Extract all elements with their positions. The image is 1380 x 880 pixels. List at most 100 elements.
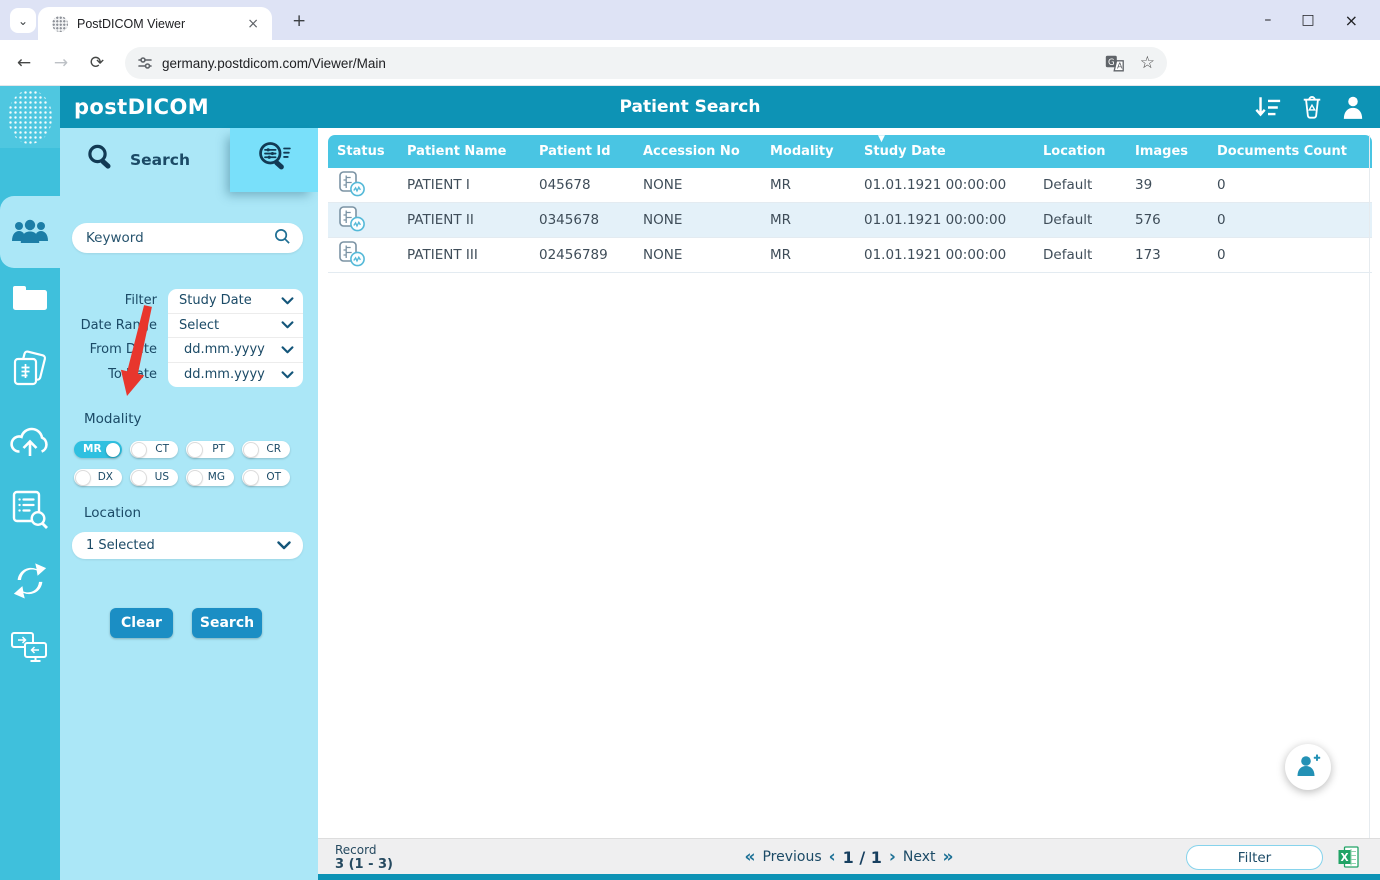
modality-toggle-pt[interactable]: PT: [186, 441, 234, 458]
col-modality[interactable]: Modality: [761, 135, 855, 168]
previous-page-button[interactable]: Previous: [762, 849, 821, 865]
bookmark-star-icon[interactable]: ☆: [1140, 53, 1155, 73]
modality-label: Modality: [84, 411, 142, 427]
export-excel-icon[interactable]: X: [1338, 846, 1359, 872]
url-text[interactable]: germany.postdicom.com/Viewer/Main: [162, 56, 1105, 71]
toggle-knob: [244, 442, 258, 457]
col-study-date[interactable]: ▼ Study Date: [855, 134, 1034, 168]
browser-toolbar: ← → ⟳ germany.postdicom.com/Viewer/Main …: [0, 40, 1380, 116]
clear-button[interactable]: Clear: [110, 608, 173, 638]
next-page-button[interactable]: Next: [903, 849, 936, 865]
download-queue-icon[interactable]: [1254, 95, 1282, 120]
from-date-dropdown[interactable]: dd.mm.yyyy: [168, 338, 303, 363]
url-bar[interactable]: germany.postdicom.com/Viewer/Main G A ☆: [125, 47, 1167, 79]
modality-toggle-cr[interactable]: CR: [242, 441, 290, 458]
keyword-magnifier-icon[interactable]: [274, 228, 291, 249]
cell-patient-id: 02456789: [539, 247, 608, 263]
cell-documents-count: 0: [1217, 247, 1226, 263]
modality-toggle-us[interactable]: US: [130, 469, 178, 486]
last-page-icon[interactable]: »: [943, 848, 954, 866]
tab-advanced-search[interactable]: [230, 128, 318, 192]
col-patient-name[interactable]: Patient Name: [398, 135, 530, 168]
reload-icon[interactable]: ⟳: [82, 40, 112, 86]
to-date-value: dd.mm.yyyy: [184, 367, 265, 383]
search-magnifier-icon: [86, 143, 116, 177]
chevron-down-icon: [281, 371, 294, 379]
first-page-icon[interactable]: «: [744, 848, 755, 866]
col-images[interactable]: Images: [1126, 135, 1208, 168]
to-date-dropdown[interactable]: dd.mm.yyyy: [168, 362, 303, 387]
cell-location: Default: [1043, 177, 1093, 193]
col-accession-no[interactable]: Accession No: [634, 135, 761, 168]
sort-descending-icon: ▼: [878, 134, 885, 144]
modality-toggle-ot[interactable]: OT: [242, 469, 290, 486]
cell-accession-no: NONE: [643, 247, 683, 263]
minimize-icon[interactable]: –: [1264, 12, 1271, 28]
modality-toggle-dx[interactable]: DX: [74, 469, 122, 486]
trash-icon[interactable]: [1301, 94, 1323, 120]
patient-table: Status Patient Name Patient Id Accession…: [328, 134, 1372, 273]
site-favicon-icon: [52, 15, 68, 32]
cell-accession-no: NONE: [643, 177, 683, 193]
site-info-icon[interactable]: [137, 55, 153, 71]
filter-button[interactable]: Filter: [1186, 845, 1323, 870]
col-location[interactable]: Location: [1034, 135, 1126, 168]
from-date-label: From Date: [89, 342, 157, 357]
sidebar-item-studies[interactable]: [0, 350, 60, 394]
col-status[interactable]: Status: [328, 135, 398, 168]
sidebar-item-folders[interactable]: [0, 278, 60, 322]
sidebar-item-order-list[interactable]: [0, 490, 60, 534]
tab-basic-search[interactable]: Search: [60, 128, 230, 192]
add-patient-fab[interactable]: [1285, 744, 1331, 790]
cell-images: 39: [1135, 177, 1153, 193]
next-arrow-icon[interactable]: ›: [889, 848, 896, 866]
translate-icon[interactable]: G A: [1105, 55, 1124, 72]
browser-tab[interactable]: PostDICOM Viewer ×: [38, 7, 272, 40]
table-row[interactable]: PATIENT III 02456789 NONE MR 01.01.1921 …: [328, 238, 1372, 273]
search-tab-label: Search: [130, 151, 191, 169]
modality-toggle-mr[interactable]: MR: [74, 441, 122, 458]
col-patient-id[interactable]: Patient Id: [530, 135, 634, 168]
cell-patient-name: PATIENT II: [407, 212, 474, 228]
tab-close-icon[interactable]: ×: [244, 16, 262, 32]
sidebar-item-patient-search[interactable]: [0, 196, 60, 268]
sidebar-item-sync[interactable]: [0, 560, 60, 604]
prev-arrow-icon[interactable]: ‹: [829, 848, 836, 866]
close-icon[interactable]: ×: [1345, 11, 1358, 30]
cell-patient-name: PATIENT III: [407, 247, 478, 263]
cell-documents-count: 0: [1217, 212, 1226, 228]
page-indicator: 1 / 1: [842, 847, 882, 867]
page-title: Patient Search: [619, 97, 761, 117]
toggle-knob: [188, 470, 202, 485]
date-range-label: Date Range: [80, 317, 157, 333]
cell-study-date: 01.01.1921 00:00:00: [864, 247, 1007, 263]
search-button[interactable]: Search: [192, 608, 262, 638]
maximize-icon[interactable]: □: [1301, 12, 1314, 28]
col-documents-count[interactable]: Documents Count: [1208, 135, 1372, 168]
cell-modality: MR: [770, 177, 792, 193]
toggle-knob: [106, 442, 120, 457]
sidebar-item-upload[interactable]: [0, 421, 60, 465]
new-tab-button[interactable]: +: [286, 9, 312, 33]
keyword-input[interactable]: [86, 230, 274, 246]
location-dropdown[interactable]: 1 Selected: [72, 532, 303, 559]
modality-toggle-ct[interactable]: CT: [130, 441, 178, 458]
cell-study-date: 01.01.1921 00:00:00: [864, 177, 1007, 193]
date-range-dropdown[interactable]: Select: [168, 313, 303, 338]
modality-toggle-mg[interactable]: MG: [186, 469, 234, 486]
svg-text:G: G: [1108, 57, 1115, 67]
table-row[interactable]: PATIENT II 0345678 NONE MR 01.01.1921 00…: [328, 203, 1372, 238]
patients-group-icon: [11, 217, 49, 248]
forward-icon[interactable]: →: [46, 40, 76, 86]
user-account-icon[interactable]: [1342, 95, 1364, 119]
study-status-icon: [338, 240, 366, 271]
cell-location: Default: [1043, 247, 1093, 263]
table-row[interactable]: PATIENT I 045678 NONE MR 01.01.1921 00:0…: [328, 168, 1372, 203]
tab-search-chevron-icon[interactable]: ⌄: [10, 8, 36, 33]
cell-patient-id: 0345678: [539, 212, 600, 228]
study-status-icon: [338, 205, 366, 236]
sidebar-item-share-screen[interactable]: [0, 628, 60, 672]
filter-dropdown[interactable]: Study Date: [168, 289, 303, 314]
back-icon[interactable]: ←: [9, 40, 39, 86]
image-stack-icon: [10, 350, 50, 394]
